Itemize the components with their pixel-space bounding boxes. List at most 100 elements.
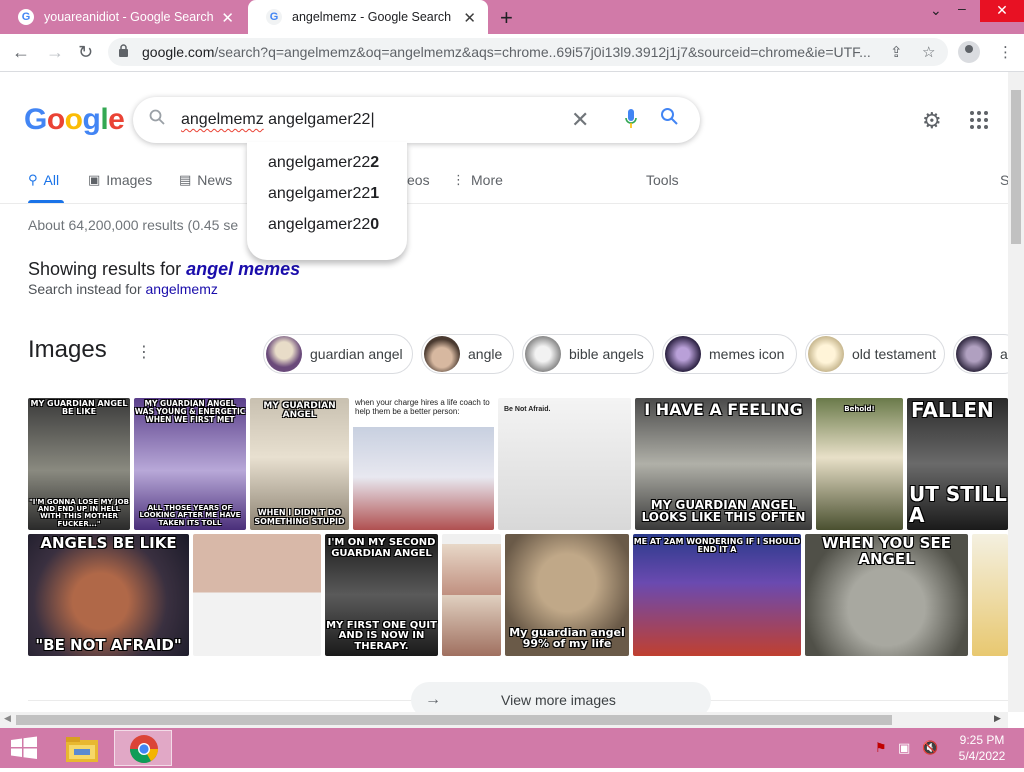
showing-prefix: Showing results for [28,259,187,279]
share-icon[interactable]: ⇪ [890,43,903,61]
browser-tab-youareanidiot[interactable]: G youareanidiot - Google Search ✕ [0,0,246,34]
more-vert-icon: ⋮ [452,172,465,187]
minimize-icon[interactable]: – [958,0,966,16]
image-chip[interactable]: a [953,334,1008,374]
search-query-rest: angelgamer22 [263,111,371,128]
chip-label: bible angels [569,346,644,362]
file-explorer-icon[interactable] [60,732,104,766]
browser-tab-angelmemz[interactable]: G angelmemz - Google Search ✕ [248,0,488,34]
search-box[interactable]: angelmemz angelgamer22| ✕ [133,97,700,143]
image-result[interactable]: MY GUARDIAN ANGEL WHEN I DIDN'T DO SOMET… [250,398,349,530]
image-result[interactable]: MY GUARDIAN ANGEL WAS YOUNG & ENERGETIC … [134,398,246,530]
autocomplete-suggestion[interactable]: angelgamer222 [268,154,379,172]
gear-icon[interactable]: ⚙ [922,108,942,134]
scroll-left-icon[interactable]: ◀ [4,713,11,724]
image-result[interactable]: WHEN YOU SEE ANGEL [805,534,968,656]
google-favicon-icon: G [18,9,34,25]
suggestion-suffix: 1 [370,185,380,202]
chip-label: memes icon [709,346,785,362]
action-center-flag-icon[interactable]: ⚑ [875,740,887,756]
vertical-scrollbar[interactable] [1008,72,1024,712]
google-results-page: Google angelmemz angelgamer22| ✕ ⚙ ⚲ All … [0,72,1008,712]
reload-icon[interactable]: ↻ [78,42,93,63]
image-result[interactable]: ANGELS BE LIKE "BE NOT AFRAID" [28,534,189,656]
clock-time[interactable]: 9:25 PM [955,733,1009,747]
new-tab-icon[interactable]: + [500,5,513,31]
image-result[interactable]: MY GUARDIAN ANGEL BE LIKE "I'M GONNA LOS… [28,398,130,530]
address-bar[interactable]: google.com/search?q=angelmemz&oq=angelme… [108,38,948,66]
network-icon[interactable]: ▣ [898,740,910,756]
close-tab-icon[interactable]: ✕ [221,9,234,27]
logo-letter: G [24,103,47,136]
search-icon [149,109,165,130]
close-tab-icon[interactable]: ✕ [463,9,476,27]
suggestion-suffix: 2 [370,154,380,171]
view-more-images-button[interactable]: → View more images [411,682,711,712]
image-result[interactable]: Be Not Afraid. [498,398,631,530]
tab-all[interactable]: ⚲ All [28,172,59,188]
logo-letter: l [100,103,109,136]
chip-thumbnail [665,336,701,372]
lock-icon[interactable] [118,44,132,60]
back-arrow-icon[interactable]: ← [12,42,30,63]
browser-toolbar: ← → ↻ google.com/search?q=angelmemz&oq=a… [0,34,1024,72]
meme-caption: FALLEN [911,398,994,422]
suggestion-suffix: 0 [370,216,380,233]
image-chip[interactable]: guardian angel [263,334,413,374]
scrollbar-thumb[interactable] [1011,90,1021,244]
more-options-icon[interactable]: ⋮ [136,342,152,362]
google-logo[interactable]: Google [24,103,125,137]
image-chip[interactable]: bible angels [522,334,654,374]
tools-button[interactable]: Tools [646,172,679,188]
browser-menu-icon[interactable]: ⋮ [998,43,1013,61]
scrollbar-thumb[interactable] [16,715,892,725]
volume-muted-icon[interactable]: 🔇 [922,740,938,756]
url-text[interactable]: google.com/search?q=angelmemz&oq=angelme… [142,44,871,60]
tab-label: eos [407,172,430,188]
profile-avatar[interactable] [958,41,980,63]
image-result[interactable]: Behold! [816,398,903,530]
image-result[interactable]: FALLEN UT STILL A [907,398,1008,530]
image-chip[interactable]: angle [421,334,514,374]
horizontal-scrollbar[interactable]: ◀ ▶ [0,712,1008,728]
chevron-down-icon[interactable]: ⌄ [930,2,942,19]
google-apps-icon[interactable] [970,111,988,129]
meme-caption: "I'M GONNA LOSE MY JOB AND END UP IN HEL… [29,497,129,528]
image-chip[interactable]: old testament [805,334,945,374]
chrome-taskbar-button[interactable] [114,730,172,766]
tab-images[interactable]: ▣ Images [88,172,152,188]
search-input[interactable]: angelmemz angelgamer22| [181,111,375,129]
tab-videos[interactable]: eos [407,172,430,188]
scroll-right-icon[interactable]: ▶ [994,713,1001,724]
tab-more[interactable]: ⋮ More [452,172,503,188]
tab-news[interactable]: ▤ News [179,172,232,188]
image-result[interactable]: I'M ON MY SECOND GUARDIAN ANGEL MY FIRST… [325,534,438,656]
image-result[interactable] [193,534,321,656]
image-result[interactable] [972,534,1008,656]
suggestion-prefix: angelgamer22 [268,185,371,202]
bookmark-star-icon[interactable]: ☆ [922,43,935,61]
windows-start-icon[interactable] [10,736,38,760]
window-close-icon[interactable]: ✕ [980,0,1024,22]
browser-tab-title: angelmemz - Google Search [292,10,452,24]
taskbar: ⚑ ▣ 🔇 9:25 PM 5/4/2022 [0,728,1024,768]
forward-arrow-icon[interactable]: → [46,42,64,63]
original-query-link[interactable]: angelmemz [146,281,218,297]
browser-tab-strip: G youareanidiot - Google Search ✕ G ange… [0,0,1024,34]
autocomplete-suggestion[interactable]: angelgamer221 [268,185,379,203]
microphone-icon[interactable] [625,109,637,129]
safesearch-button[interactable]: S [1000,172,1008,188]
clear-search-icon[interactable]: ✕ [571,107,589,133]
image-result[interactable] [442,534,501,656]
autocomplete-suggestion[interactable]: angelgamer220 [268,216,379,234]
image-chip[interactable]: memes icon [662,334,797,374]
search-submit-icon[interactable] [660,107,678,130]
image-result[interactable]: I HAVE A FEELING MY GUARDIAN ANGEL LOOKS… [635,398,812,530]
clock-date[interactable]: 5/4/2022 [955,749,1009,763]
corrected-query-link[interactable]: angel memes [186,259,300,279]
meme-caption: WHEN YOU SEE ANGEL [822,534,951,568]
image-result[interactable]: ME AT 2AM WONDERING IF I SHOULD END IT A [633,534,801,656]
image-result[interactable]: when your charge hires a life coach to h… [353,398,494,530]
image-result[interactable]: My guardian angel 99% of my life [505,534,629,656]
meme-caption: ME AT 2AM WONDERING IF I SHOULD END IT A [633,537,801,555]
